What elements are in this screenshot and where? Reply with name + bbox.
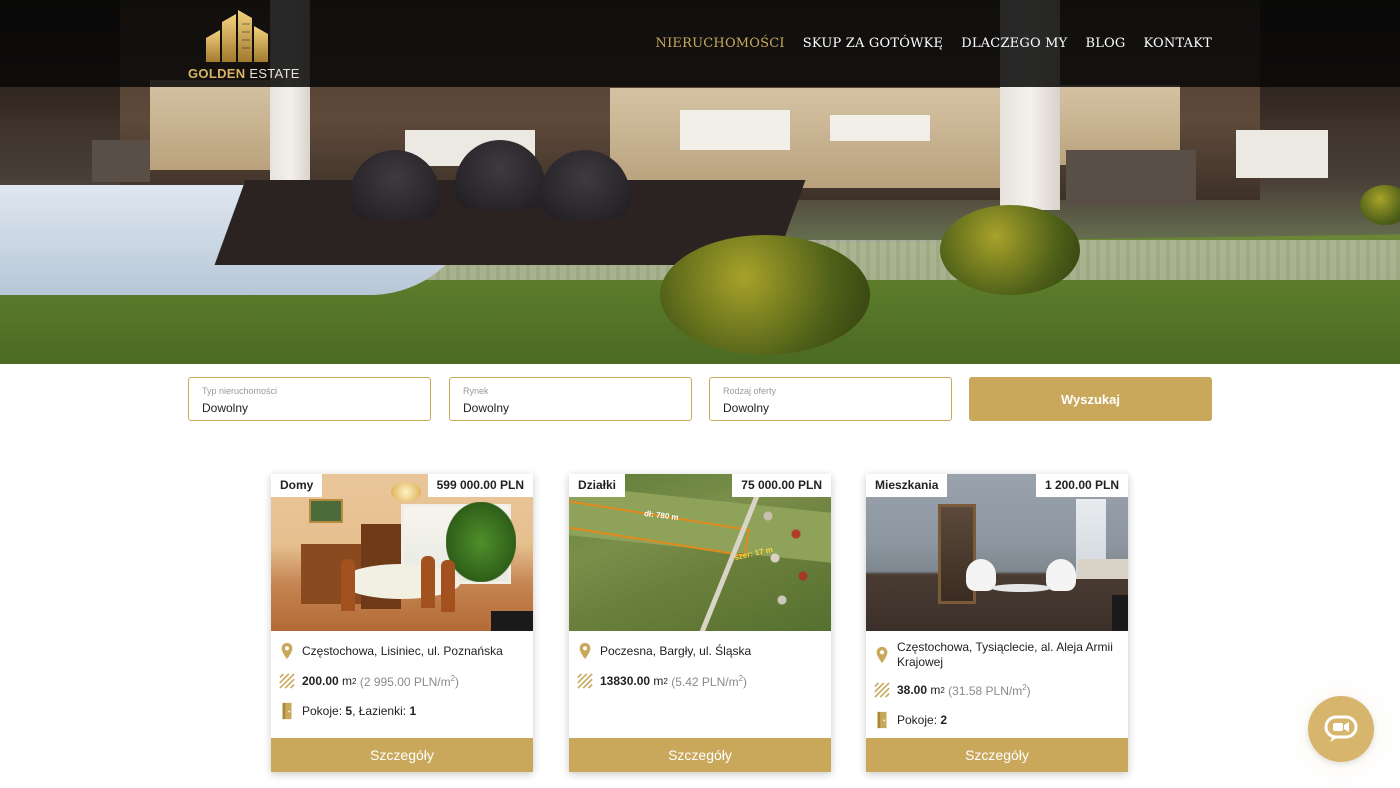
location-pin-icon (579, 642, 591, 660)
hero-table (680, 110, 790, 150)
price-badge: 75 000.00 PLN (732, 474, 831, 497)
photo-chandelier (391, 482, 421, 502)
field-label: Typ nieruchomości (202, 386, 278, 396)
hero-bush (940, 205, 1080, 295)
area-icon (577, 673, 593, 689)
location-pin-icon (281, 642, 293, 660)
door-icon (282, 702, 292, 720)
chat-button[interactable] (1308, 696, 1374, 762)
hero-window (150, 80, 270, 170)
rooms-label: Pokoje: (302, 704, 343, 718)
hero-planter (1236, 130, 1328, 178)
details-button[interactable]: Szczegóły (569, 738, 831, 772)
logo-text: GOLDEN ESTATE (188, 66, 300, 81)
listing-photo[interactable] (271, 474, 533, 631)
search-button[interactable]: Wyszukaj (969, 377, 1212, 421)
area-value: 38.00 (897, 683, 928, 697)
rooms-row: Pokoje: 2 (874, 711, 947, 729)
area-row: 38.00 m2 (31.58 PLN/m2) (874, 681, 1031, 699)
area-unit: m (342, 674, 353, 688)
field-value: Dowolny (463, 401, 510, 415)
address-row: Poczesna, Bargły, ul. Śląska (577, 642, 751, 660)
rooms-value: 5 (345, 704, 353, 718)
listing-card[interactable]: Domy 599 000.00 PLN Częstochowa, Lisinie… (271, 474, 533, 772)
listing-photo[interactable] (866, 474, 1128, 631)
field-value: Dowolny (202, 401, 249, 415)
hero-bush (660, 235, 870, 355)
property-type-select[interactable]: Typ nieruchomości Dowolny (188, 377, 431, 421)
address-text: Częstochowa, Tysiąclecie, al. Aleja Armi… (897, 640, 1113, 669)
watermark-logo (1112, 595, 1128, 631)
buildings-logo-icon (206, 10, 268, 62)
details-button[interactable]: Szczegóły (271, 738, 533, 772)
photo-chair (441, 560, 455, 612)
price-per-m2: (5.42 PLN/m2) (671, 673, 748, 689)
rooms-row: Pokoje: 5, Łazienki: 1 (279, 702, 416, 720)
area-row: 13830.00 m2 (5.42 PLN/m2) (577, 672, 747, 690)
area-icon (279, 673, 295, 689)
baths-label: Łazienki: (358, 704, 407, 718)
field-label: Rodzaj oferty (723, 386, 777, 396)
area-unit: m (930, 683, 941, 697)
search-bar: Typ nieruchomości Dowolny Rynek Dowolny … (188, 377, 1212, 421)
photo-plant (446, 502, 516, 582)
price-badge: 599 000.00 PLN (427, 474, 533, 497)
baths-value: 1 (409, 704, 417, 718)
category-badge: Domy (271, 474, 323, 497)
photo-houses (754, 504, 824, 624)
nav-link-dlaczego-my[interactable]: DLACZEGO MY (961, 36, 1067, 51)
door-icon (877, 711, 887, 729)
area-unit: m (653, 674, 664, 688)
hero-planter (1066, 150, 1196, 205)
area-row: 200.00 m2 (2 995.00 PLN/m2) (279, 672, 459, 690)
listing-card[interactable]: Mieszkania 1 200.00 PLN Częstochowa, Tys… (866, 474, 1128, 772)
photo-chair (421, 556, 435, 608)
details-button[interactable]: Szczegóły (866, 738, 1128, 772)
chat-bubble-icon (1324, 715, 1358, 742)
photo-counter (1078, 559, 1128, 579)
area-value: 200.00 (302, 674, 339, 688)
rooms-value: 2 (940, 713, 948, 727)
price-badge: 1 200.00 PLN (1035, 474, 1128, 497)
hero-window (610, 88, 1000, 188)
hero-sofa (830, 115, 930, 141)
listing-card[interactable]: dł: 780 m szer: 17 m Działki 75 000.00 P… (569, 474, 831, 772)
navbar: GOLDEN ESTATE NIERUCHOMOŚCI SKUP ZA GOTÓ… (0, 0, 1400, 87)
category-badge: Działki (569, 474, 626, 497)
category-badge: Mieszkania (866, 474, 948, 497)
market-select[interactable]: Rynek Dowolny (449, 377, 692, 421)
photo-painting (309, 499, 343, 523)
price-per-m2: (31.58 PLN/m2) (948, 682, 1031, 698)
area-value: 13830.00 (600, 674, 651, 688)
nav-link-skup[interactable]: SKUP ZA GOTÓWKĘ (803, 36, 943, 51)
photo-chair (1046, 559, 1076, 591)
area-icon (874, 682, 890, 698)
price-per-m2: (2 995.00 PLN/m2) (359, 673, 460, 689)
superscript: 2 (663, 676, 668, 686)
hero-bush (1360, 185, 1400, 225)
field-label: Rynek (463, 386, 489, 396)
nav-link-nieruchomosci[interactable]: NIERUCHOMOŚCI (656, 36, 785, 51)
location-pin-icon (876, 646, 888, 664)
logo[interactable]: GOLDEN ESTATE (188, 8, 300, 81)
address-text: Poczesna, Bargły, ul. Śląska (600, 644, 752, 658)
address-text: Częstochowa, Lisiniec, ul. Poznańska (302, 644, 503, 658)
address-row: Częstochowa, Lisiniec, ul. Poznańska (279, 642, 503, 660)
hero-planter (92, 140, 150, 182)
main-nav: NIERUCHOMOŚCI SKUP ZA GOTÓWKĘ DLACZEGO M… (656, 36, 1212, 51)
photo-chair (341, 559, 355, 611)
watermark-logo (491, 611, 533, 631)
nav-link-kontakt[interactable]: KONTAKT (1143, 36, 1212, 51)
nav-link-blog[interactable]: BLOG (1085, 36, 1125, 51)
photo-table (991, 584, 1051, 592)
superscript: 2 (940, 685, 945, 695)
listing-photo[interactable]: dł: 780 m szer: 17 m (569, 474, 831, 631)
rooms-label: Pokoje: (897, 713, 938, 727)
superscript: 2 (352, 676, 357, 686)
address-row: Częstochowa, Tysiąclecie, al. Aleja Armi… (874, 640, 1114, 670)
offer-type-select[interactable]: Rodzaj oferty Dowolny (709, 377, 952, 421)
field-value: Dowolny (723, 401, 770, 415)
